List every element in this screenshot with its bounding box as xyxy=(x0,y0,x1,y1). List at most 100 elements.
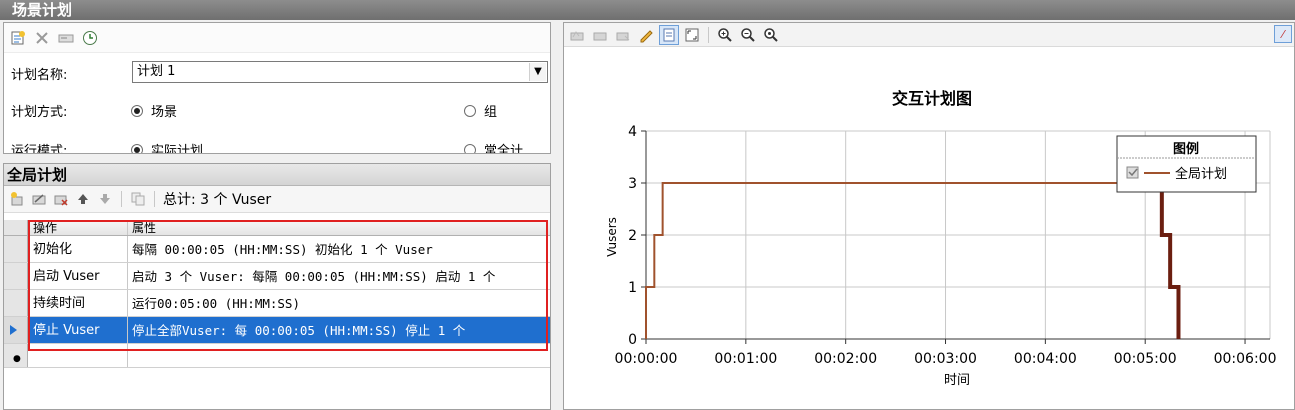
chart-legend[interactable]: 图例 全局计划 xyxy=(1116,135,1257,193)
grid-header-row: 操作 属性 xyxy=(4,220,550,236)
property-cell[interactable]: 启动 3 个 Vuser: 每隔 00:00:05 (HH:MM:SS) 启动 … xyxy=(128,263,550,289)
total-vusers: 总计: 3 个 Vuser xyxy=(163,192,272,208)
table-row[interactable]: 初始化 每隔 00:00:05 (HH:MM:SS) 初始化 1 个 Vuser xyxy=(4,236,550,263)
schedule-name-label: 计划名称: xyxy=(11,68,68,83)
property-cell[interactable]: 运行00:05:00 (HH:MM:SS) xyxy=(128,290,550,316)
y-axis-label: Vusers xyxy=(605,217,619,257)
new-schedule-icon[interactable] xyxy=(8,28,28,48)
row-header[interactable] xyxy=(4,317,28,343)
move-down-icon[interactable] xyxy=(95,189,115,209)
x-tick-label: 00:03:00 xyxy=(914,351,977,367)
table-row[interactable]: 持续时间 运行00:05:00 (HH:MM:SS) xyxy=(4,290,550,317)
row-header[interactable] xyxy=(4,263,28,289)
x-tick-label: 00:02:00 xyxy=(814,351,877,367)
radio-unselected-icon[interactable] xyxy=(464,104,476,117)
current-row-icon xyxy=(10,325,17,335)
clock-icon[interactable] xyxy=(80,28,100,48)
schedule-mode-label: 计划方式: xyxy=(11,105,68,120)
legend-title: 图例 xyxy=(1173,141,1199,157)
add-action-icon[interactable] xyxy=(7,189,27,209)
pencil-icon[interactable] xyxy=(636,25,656,45)
x-tick-label: 00:01:00 xyxy=(714,351,777,367)
row-header-corner xyxy=(4,220,28,235)
property-cell[interactable]: 每隔 00:00:05 (HH:MM:SS) 初始化 1 个 Vuser xyxy=(128,236,550,262)
zoom-reset-icon[interactable] xyxy=(761,25,781,45)
copy-icon[interactable] xyxy=(128,189,148,209)
global-schedule-grid: 操作 属性 初始化 每隔 00:00:05 (HH:MM:SS) 初始化 1 个… xyxy=(4,220,550,368)
graph-tool-2-icon[interactable] xyxy=(590,25,610,45)
schedule-mode-row: 计划方式: 场景 组 xyxy=(4,98,550,122)
action-cell[interactable]: 初始化 xyxy=(28,236,128,262)
view-mode-icon[interactable] xyxy=(659,24,679,45)
run-basic-radio[interactable]: 常全计 xyxy=(464,140,524,154)
chart-title: 交互计划图 xyxy=(892,89,972,108)
delete-icon[interactable] xyxy=(32,28,52,48)
x-tick-label: 00:05:00 xyxy=(1114,351,1177,367)
y-tick-label: 2 xyxy=(628,228,637,244)
mode-scenario-radio[interactable]: 场景 xyxy=(131,101,177,120)
toolbar-separator xyxy=(708,26,709,43)
table-row[interactable]: 启动 Vuser 启动 3 个 Vuser: 每隔 00:00:05 (HH:M… xyxy=(4,263,550,290)
mode-group-label: 组 xyxy=(484,105,498,120)
delete-action-icon[interactable] xyxy=(51,189,71,209)
schedule-settings-panel: 计划名称: 计划 1 ▼ 计划方式: 场景 组 运行模式: 实际计划 常全计 xyxy=(3,22,551,154)
radio-selected-icon[interactable] xyxy=(131,143,143,153)
window-title: 场景计划 xyxy=(0,0,1295,20)
radio-unselected-icon[interactable] xyxy=(464,143,476,153)
fit-view-icon[interactable] xyxy=(682,25,702,45)
global-schedule-title: 全局计划 xyxy=(4,164,550,186)
property-cell-empty[interactable] xyxy=(128,344,550,367)
run-real-label: 实际计划 xyxy=(151,144,204,154)
column-header-property[interactable]: 属性 xyxy=(128,220,550,235)
x-tick-label: 00:00:00 xyxy=(615,351,678,367)
schedule-name-select[interactable]: 计划 1 ▼ xyxy=(132,61,548,83)
mode-group-radio[interactable]: 组 xyxy=(464,101,497,120)
interactive-schedule-graph-panel: ⁄ 交互计划图 00:00:00 00:01:00 00:02:00 00:03:00… xyxy=(563,22,1295,410)
y-tick-label: 3 xyxy=(628,176,637,192)
schedule-toolbar xyxy=(4,23,550,53)
column-header-action[interactable]: 操作 xyxy=(28,220,128,235)
schedule-chart: 交互计划图 00:00:00 00:01:00 00:02:00 00:03:00 00… xyxy=(605,89,1277,388)
run-mode-label: 运行模式: xyxy=(11,144,68,154)
row-header[interactable] xyxy=(4,290,28,316)
row-header[interactable]: ● xyxy=(4,344,28,367)
chart-option-icon[interactable]: ⁄ xyxy=(1274,25,1292,43)
y-tick-label: 0 xyxy=(628,332,637,348)
legend-series-label: 全局计划 xyxy=(1175,166,1227,182)
x-tick-label: 00:04:00 xyxy=(1014,351,1077,367)
ramp-down-series-line xyxy=(1159,183,1181,339)
global-schedule-toolbar: 总计: 3 个 Vuser xyxy=(4,186,550,213)
new-row-icon: ● xyxy=(13,354,21,364)
action-cell[interactable]: 启动 Vuser xyxy=(28,263,128,289)
action-cell[interactable]: 停止 Vuser xyxy=(28,317,128,343)
zoom-in-icon[interactable] xyxy=(715,25,735,45)
run-mode-row: 运行模式: 实际计划 常全计 xyxy=(4,137,550,154)
zoom-out-icon[interactable] xyxy=(738,25,758,45)
toolbar-separator xyxy=(154,191,155,207)
graph-toolbar: ⁄ xyxy=(564,23,1294,47)
run-real-radio[interactable]: 实际计划 xyxy=(131,140,204,154)
graph-tool-3-icon[interactable] xyxy=(613,25,633,45)
toolbar-separator xyxy=(121,191,122,207)
graph-tool-1-icon[interactable] xyxy=(567,25,587,45)
action-cell-empty[interactable] xyxy=(28,344,128,367)
rename-icon[interactable] xyxy=(56,28,76,48)
mode-scenario-label: 场景 xyxy=(151,105,178,120)
global-schedule-panel: 全局计划 总计: 3 个 Vuser 操作 属性 初始化 每隔 00:00:05… xyxy=(3,163,551,410)
new-row[interactable]: ● xyxy=(4,344,550,368)
table-row-selected[interactable]: 停止 Vuser 停止全部Vuser: 每 00:00:05 (HH:MM:SS… xyxy=(4,317,550,344)
schedule-name-value: 计划 1 xyxy=(137,64,176,79)
chevron-down-icon[interactable]: ▼ xyxy=(529,63,546,81)
action-cell[interactable]: 持续时间 xyxy=(28,290,128,316)
chart-series xyxy=(645,182,1181,339)
move-up-icon[interactable] xyxy=(73,189,93,209)
run-basic-label: 常全计 xyxy=(484,144,524,154)
ramp-up-series-line xyxy=(645,182,1162,339)
property-cell[interactable]: 停止全部Vuser: 每 00:00:05 (HH:MM:SS) 停止 1 个 xyxy=(128,317,550,343)
row-header[interactable] xyxy=(4,236,28,262)
x-tick-label: 00:06:00 xyxy=(1214,351,1277,367)
y-tick-label: 1 xyxy=(628,280,637,296)
schedule-name-row: 计划名称: 计划 1 ▼ xyxy=(4,61,550,85)
edit-action-icon[interactable] xyxy=(29,189,49,209)
radio-selected-icon[interactable] xyxy=(131,104,143,117)
